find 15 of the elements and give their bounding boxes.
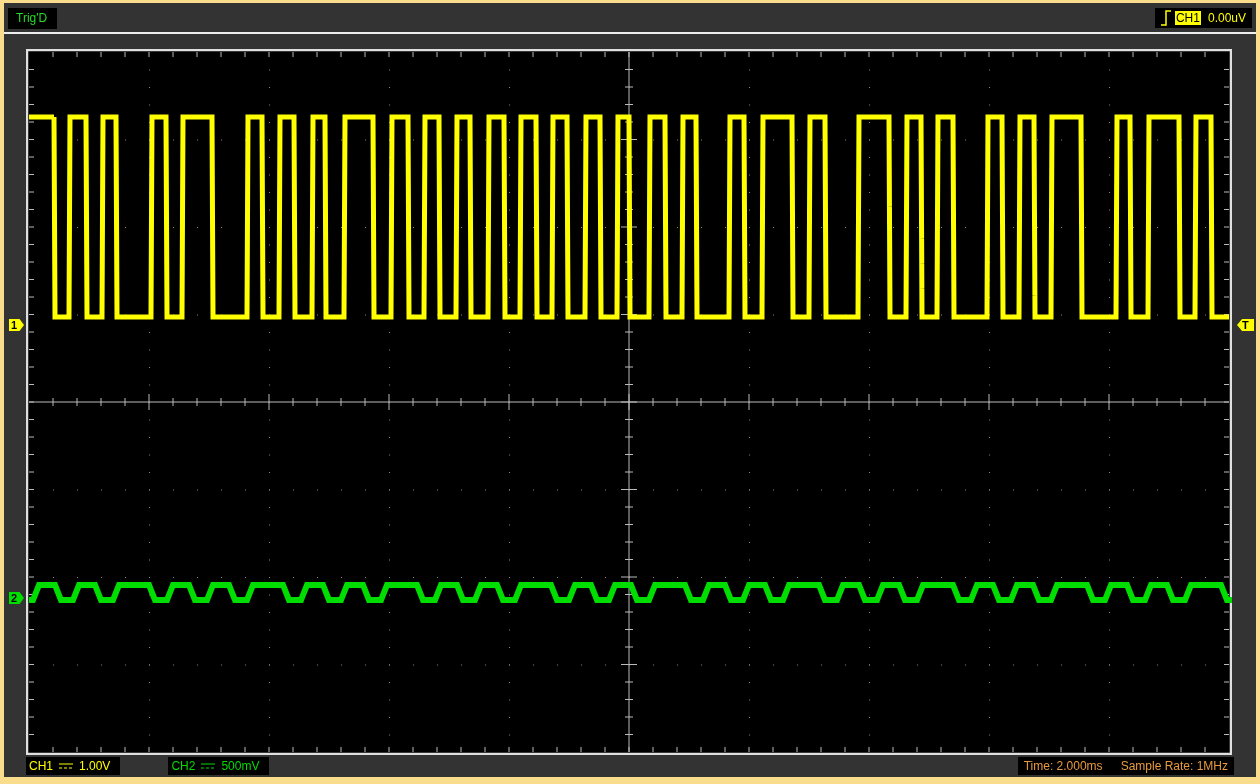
time-per-division: Time: 2.000ms [1023, 759, 1103, 773]
channel-scale: 1.00V [79, 759, 111, 773]
dc-coupling-icon [201, 763, 216, 769]
channel-marker[interactable]: 2 [9, 592, 24, 604]
channel-name: CH1 [29, 759, 53, 773]
trigger-channel: CH1 [1174, 11, 1201, 25]
trigger-level: 0.00uV [1207, 11, 1246, 25]
trigger-marker[interactable]: T [1237, 319, 1254, 331]
channel-marker[interactable]: 1 [9, 319, 24, 331]
sample-rate: Sample Rate: 1MHz [1120, 759, 1228, 773]
trigger-status: Trig'D [8, 7, 58, 29]
rising-edge-icon [1160, 10, 1171, 26]
dc-coupling-icon [59, 763, 73, 769]
channel-name: CH2 [171, 759, 196, 773]
channel-scale: 500mV [221, 759, 260, 773]
